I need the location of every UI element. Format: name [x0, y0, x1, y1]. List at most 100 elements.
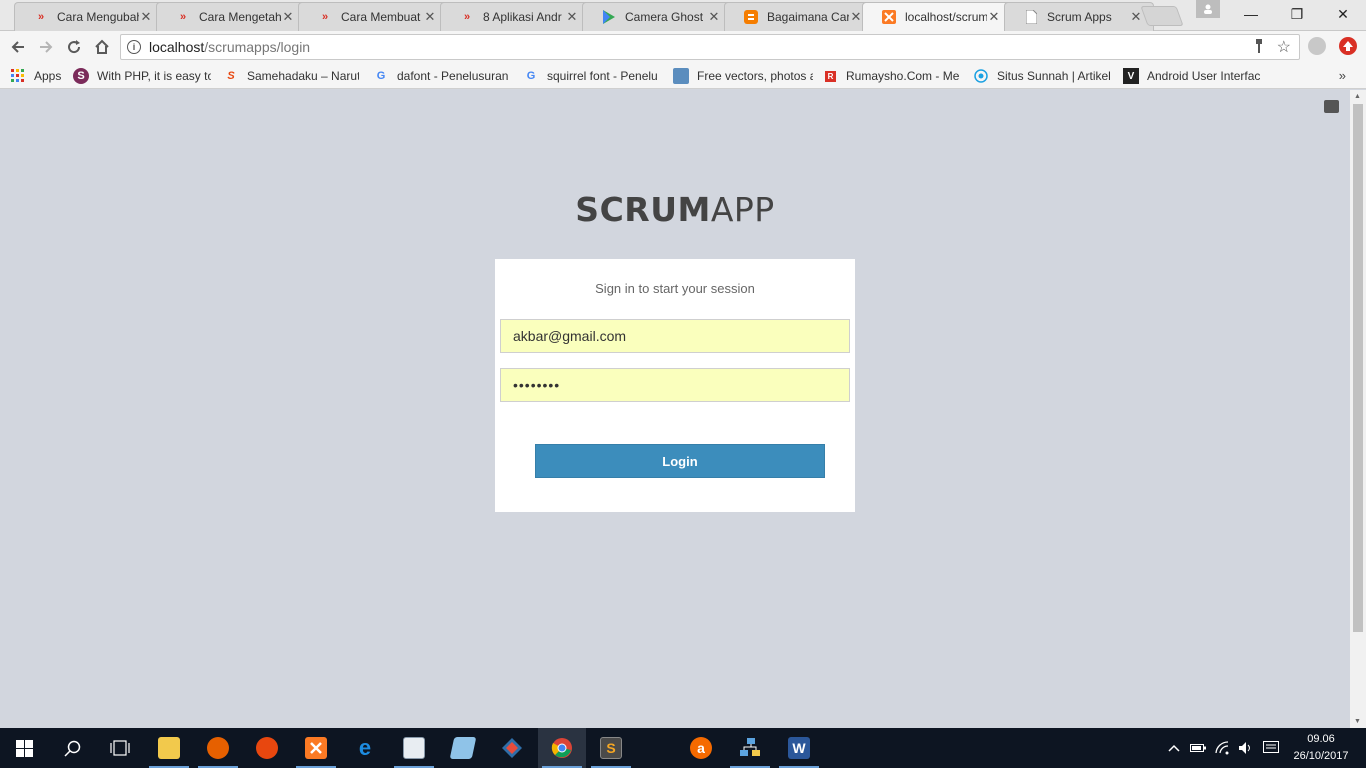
search-icon [61, 737, 83, 759]
close-icon[interactable]: ✕ [281, 9, 295, 25]
close-icon[interactable]: ✕ [987, 9, 1001, 25]
tab-title: Scrum Apps [1047, 10, 1112, 24]
tab-cara-mengetahui[interactable]: » Cara Mengetahui ✕ [156, 2, 306, 31]
password-field[interactable]: •••••••• [500, 368, 850, 402]
extension-arrow-icon[interactable] [1339, 37, 1357, 55]
app-logo[interactable]: SCRUMAPP [0, 190, 1350, 229]
system-clock[interactable]: 09.06 26/10/2017 [1286, 731, 1356, 765]
bookmarks-bar: Apps S With PHP, it is easy to S Samehad… [0, 63, 1366, 89]
tab-title: Cara Mengetahui [199, 10, 281, 24]
v-icon: V [1123, 68, 1139, 84]
taskbar-app-file-explorer[interactable] [145, 728, 193, 768]
back-arrow-icon[interactable] [6, 35, 30, 59]
bookmarks-overflow-button[interactable]: » [1339, 68, 1346, 83]
network-icon [739, 737, 761, 759]
bookmark-star-icon[interactable]: ☆ [1277, 37, 1291, 57]
volume-icon[interactable] [1236, 728, 1256, 768]
scrollbar-thumb[interactable] [1353, 104, 1363, 632]
email-field[interactable]: akbar@gmail.com [500, 319, 850, 353]
windows-taskbar: e S a W 09.06 26/10/2017 [0, 728, 1366, 768]
google-icon: G [376, 70, 386, 82]
double-chevron-icon: » [463, 11, 471, 23]
bookmark-dafont[interactable]: G dafont - Penelusuran [373, 67, 509, 85]
bookmark-squirrel-font[interactable]: G squirrel font - Penelu [523, 67, 661, 85]
taskbar-app-filezilla[interactable] [243, 728, 291, 768]
close-icon[interactable]: ✕ [139, 9, 153, 25]
taskbar-app-virtualbox[interactable] [439, 728, 487, 768]
rumaysho-icon: R [825, 70, 836, 82]
task-view-icon [109, 737, 131, 759]
login-box-message: Sign in to start your session [595, 281, 755, 296]
search-button[interactable] [48, 728, 96, 768]
word-icon: W [788, 737, 810, 759]
close-icon[interactable]: ✕ [423, 9, 437, 25]
tab-title: Cara Membuat [341, 10, 421, 24]
bookmark-samehadaku[interactable]: S Samehadaku – Naruto [223, 67, 359, 85]
taskbar-app-edge[interactable]: e [341, 728, 389, 768]
taskbar-app-git[interactable] [488, 728, 536, 768]
profile-icon[interactable] [1196, 0, 1220, 18]
bookmark-situs-sunnah[interactable]: Situs Sunnah | Artikel [973, 67, 1111, 85]
task-view-button[interactable] [96, 728, 144, 768]
close-icon[interactable]: ✕ [1129, 9, 1143, 25]
new-tab-button[interactable] [1140, 6, 1184, 26]
taskbar-app-xampp[interactable] [292, 728, 340, 768]
forward-arrow-icon[interactable] [34, 35, 58, 59]
home-icon[interactable] [90, 35, 114, 59]
vertical-scrollbar[interactable]: ▲ ▼ [1350, 90, 1366, 728]
tab-8-aplikasi[interactable]: » 8 Aplikasi Andr ✕ [440, 2, 590, 31]
page-extension-icon[interactable] [1324, 100, 1339, 113]
taskbar-app-avast[interactable]: a [677, 728, 725, 768]
tab-scrum-apps[interactable]: Scrum Apps ✕ [1004, 2, 1154, 31]
tab-title: Camera Ghost [625, 10, 704, 24]
tray-overflow-chevron-icon[interactable] [1164, 728, 1184, 768]
php-site-icon: S [73, 68, 89, 84]
taskbar-app-notepad[interactable] [390, 728, 438, 768]
scroll-up-arrow-icon[interactable]: ▲ [1354, 93, 1361, 100]
key-icon[interactable] [1255, 39, 1263, 56]
apps-grid-icon [10, 68, 26, 84]
tab-camera-ghost[interactable]: Camera Ghost ✕ [582, 2, 732, 31]
filezilla-icon [256, 737, 278, 759]
taskbar-app-word[interactable]: W [775, 728, 823, 768]
reload-icon[interactable] [62, 35, 86, 59]
close-icon[interactable]: ✕ [565, 9, 579, 25]
login-button[interactable]: Login [535, 444, 825, 478]
close-icon[interactable]: ✕ [849, 9, 863, 25]
browser-tab-strip: » Cara Mengubah ✕ » Cara Mengetahui ✕ » … [0, 0, 1366, 31]
info-icon[interactable]: i [127, 40, 141, 54]
bookmark-php[interactable]: S With PHP, it is easy to [73, 67, 211, 85]
bookmark-rumaysho[interactable]: R Rumaysho.Com - Me [823, 67, 959, 85]
taskbar-app-sublime[interactable]: S [587, 728, 635, 768]
close-window-button[interactable]: ✕ [1320, 0, 1366, 28]
bookmark-label: Rumaysho.Com - Me [846, 69, 959, 83]
start-button[interactable] [0, 728, 48, 768]
freepik-icon [673, 68, 689, 84]
blogger-icon [743, 9, 759, 25]
tab-bagaimana-cara[interactable]: Bagaimana Car ✕ [724, 2, 874, 31]
samehadaku-icon: S [227, 70, 235, 82]
address-bar[interactable]: i localhost/scrumapps/login ☆ [120, 34, 1300, 60]
bookmark-apps[interactable]: Apps [10, 67, 66, 85]
extension-globe-icon[interactable] [1308, 37, 1326, 55]
close-icon[interactable]: ✕ [707, 9, 721, 25]
tab-localhost-scrum[interactable]: localhost/scrum ✕ [862, 2, 1012, 31]
sunnah-icon [973, 68, 989, 84]
wifi-icon[interactable] [1212, 728, 1234, 768]
tab-cara-mengubah[interactable]: » Cara Mengubah ✕ [14, 2, 164, 31]
url-host: localhost [149, 39, 205, 55]
minimize-button[interactable]: — [1228, 0, 1274, 28]
firefox-icon [207, 737, 229, 759]
taskbar-app-chrome[interactable] [538, 728, 586, 768]
tab-title: Cara Mengubah [57, 10, 139, 24]
tab-cara-membuat[interactable]: » Cara Membuat ✕ [298, 2, 448, 31]
bookmark-freepik[interactable]: Free vectors, photos a [673, 67, 813, 85]
scroll-down-arrow-icon[interactable]: ▼ [1354, 718, 1361, 725]
battery-icon[interactable] [1188, 728, 1208, 768]
action-center-icon[interactable] [1260, 728, 1282, 768]
taskbar-app-firefox[interactable] [194, 728, 242, 768]
xampp-icon [305, 737, 327, 759]
taskbar-app-network-tool[interactable] [726, 728, 774, 768]
restore-button[interactable]: ❐ [1274, 0, 1320, 28]
bookmark-android-ui[interactable]: V Android User Interfac [1123, 67, 1261, 85]
